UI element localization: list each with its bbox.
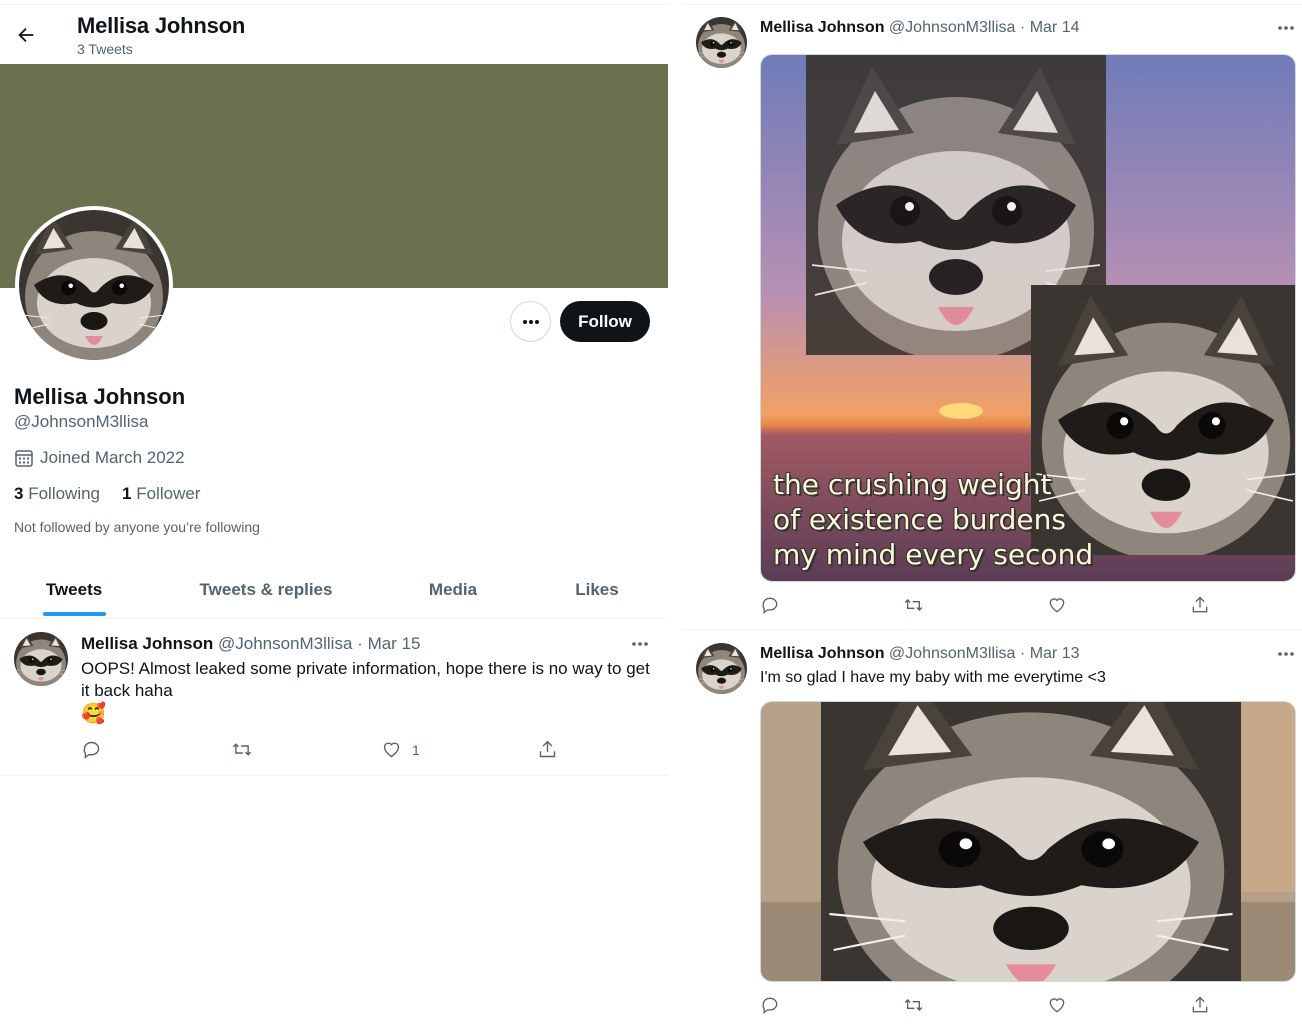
tweet-more-button[interactable] [1271,18,1301,38]
profile-panel: Mellisa Johnson 3 Tweets Follow Mellisa … [0,0,668,1026]
share-button[interactable] [537,739,558,760]
tweet-date[interactable]: Mar 14 [1030,19,1080,36]
profile-name: Mellisa Johnson [14,384,186,409]
joined-label: Joined March 2022 [40,448,185,467]
meme-caption: the crushing weight of existence burdens… [773,468,1094,571]
ellipsis-icon [632,642,648,646]
retweet-icon [904,999,923,1011]
tweet-author-name[interactable]: Mellisa Johnson [81,634,213,653]
tweet-date[interactable]: Mar 13 [1030,645,1080,662]
tweet-author-handle[interactable]: @JohnsonM3llisa [218,634,352,653]
header-tweet-count: 3 Tweets [77,41,133,57]
feed-top-divider [682,4,1302,5]
share-icon [1192,596,1208,613]
tweet-more-button[interactable] [1271,644,1301,664]
arrow-left-icon [18,27,34,43]
ellipsis-icon [522,319,539,324]
like-button[interactable] [1047,995,1067,1015]
tweet-avatar[interactable] [696,643,747,694]
retweet-icon [232,743,252,756]
raccoon-avatar-image [19,210,169,360]
tweet-author-name[interactable]: Mellisa Johnson [760,645,884,662]
tweet-emoji: 🥰 [81,703,106,725]
follow-stats: 3 Following 1 Follower [14,484,200,504]
tab-likes[interactable]: Likes [522,560,672,619]
tweet-divider [0,775,668,776]
not-followed-note: Not followed by anyone you’re following [14,519,260,535]
reply-icon [762,597,778,614]
followers-link[interactable]: 1 Follower [122,484,200,504]
tweet-meta: Mellisa Johnson @JohnsonM3llisa · Mar 15 [81,634,421,653]
tweet-image[interactable] [760,701,1296,982]
tweet-text: OOPS! Almost leaked some private informa… [81,659,650,700]
tweet-avatar[interactable] [696,17,747,68]
share-button[interactable] [1190,595,1210,615]
back-button[interactable] [8,17,44,53]
share-icon [1192,996,1208,1013]
retweet-icon [904,599,923,611]
following-link[interactable]: 3 Following [14,484,100,504]
retweet-button[interactable] [903,995,924,1015]
tweet-date[interactable]: Mar 15 [368,634,421,653]
like-count: 1 [412,741,420,758]
tweet-meta: Mellisa Johnson @JohnsonM3llisa · Mar 13 [760,645,1080,662]
raccoon-avatar-image [696,643,747,694]
profile-header: Mellisa Johnson 3 Tweets [0,4,668,64]
tab-tweets-replies[interactable]: Tweets & replies [148,560,384,619]
reply-icon [83,741,100,759]
retweet-button[interactable] [231,739,253,760]
raccoon-avatar-image [696,17,747,68]
joined-date: Joined March 2022 [14,448,185,468]
profile-tabs: Tweets Tweets & replies Media Likes [0,560,668,619]
active-tab-indicator [43,612,106,616]
ellipsis-icon [1278,26,1294,30]
share-button[interactable] [1190,995,1210,1015]
tweet-divider [682,629,1302,630]
raccoon-avatar-image [14,632,68,686]
tweet-text: I'm so glad I have my baby with me every… [760,669,1106,686]
tweet-author-name[interactable]: Mellisa Johnson [760,19,884,36]
profile-handle: @JohnsonM3llisa [14,412,149,431]
tweet-image[interactable]: the crushing weight of existence burdens… [760,54,1296,582]
tweet-author-handle[interactable]: @JohnsonM3llisa [889,645,1016,662]
share-icon [539,740,556,758]
retweet-button[interactable] [903,595,924,615]
ellipsis-icon [1278,652,1294,656]
tab-tweets[interactable]: Tweets [0,560,148,619]
reply-button[interactable] [760,595,780,615]
tab-media[interactable]: Media [384,560,522,619]
tweet-avatar[interactable] [14,632,68,686]
reply-icon [762,997,778,1014]
tweet-feed-panel: Mellisa Johnson @JohnsonM3llisa · Mar 14 [682,0,1302,1026]
tweet-author-handle[interactable]: @JohnsonM3llisa [889,19,1016,36]
like-button[interactable]: 1 [381,739,420,760]
profile-avatar[interactable] [15,206,173,364]
tweet-meta: Mellisa Johnson @JohnsonM3llisa · Mar 14 [760,19,1080,36]
follow-button[interactable]: Follow [560,301,650,342]
reply-button[interactable] [81,739,102,760]
more-options-button[interactable] [510,301,551,342]
tweet-more-button[interactable] [625,634,655,654]
heart-icon [1049,598,1065,613]
heart-icon [1049,998,1065,1013]
raccoon-photo-image [761,702,1295,981]
heart-icon [383,742,400,758]
like-button[interactable] [1047,595,1067,615]
header-name: Mellisa Johnson [77,13,246,38]
reply-button[interactable] [760,995,780,1015]
calendar-icon [15,450,33,467]
